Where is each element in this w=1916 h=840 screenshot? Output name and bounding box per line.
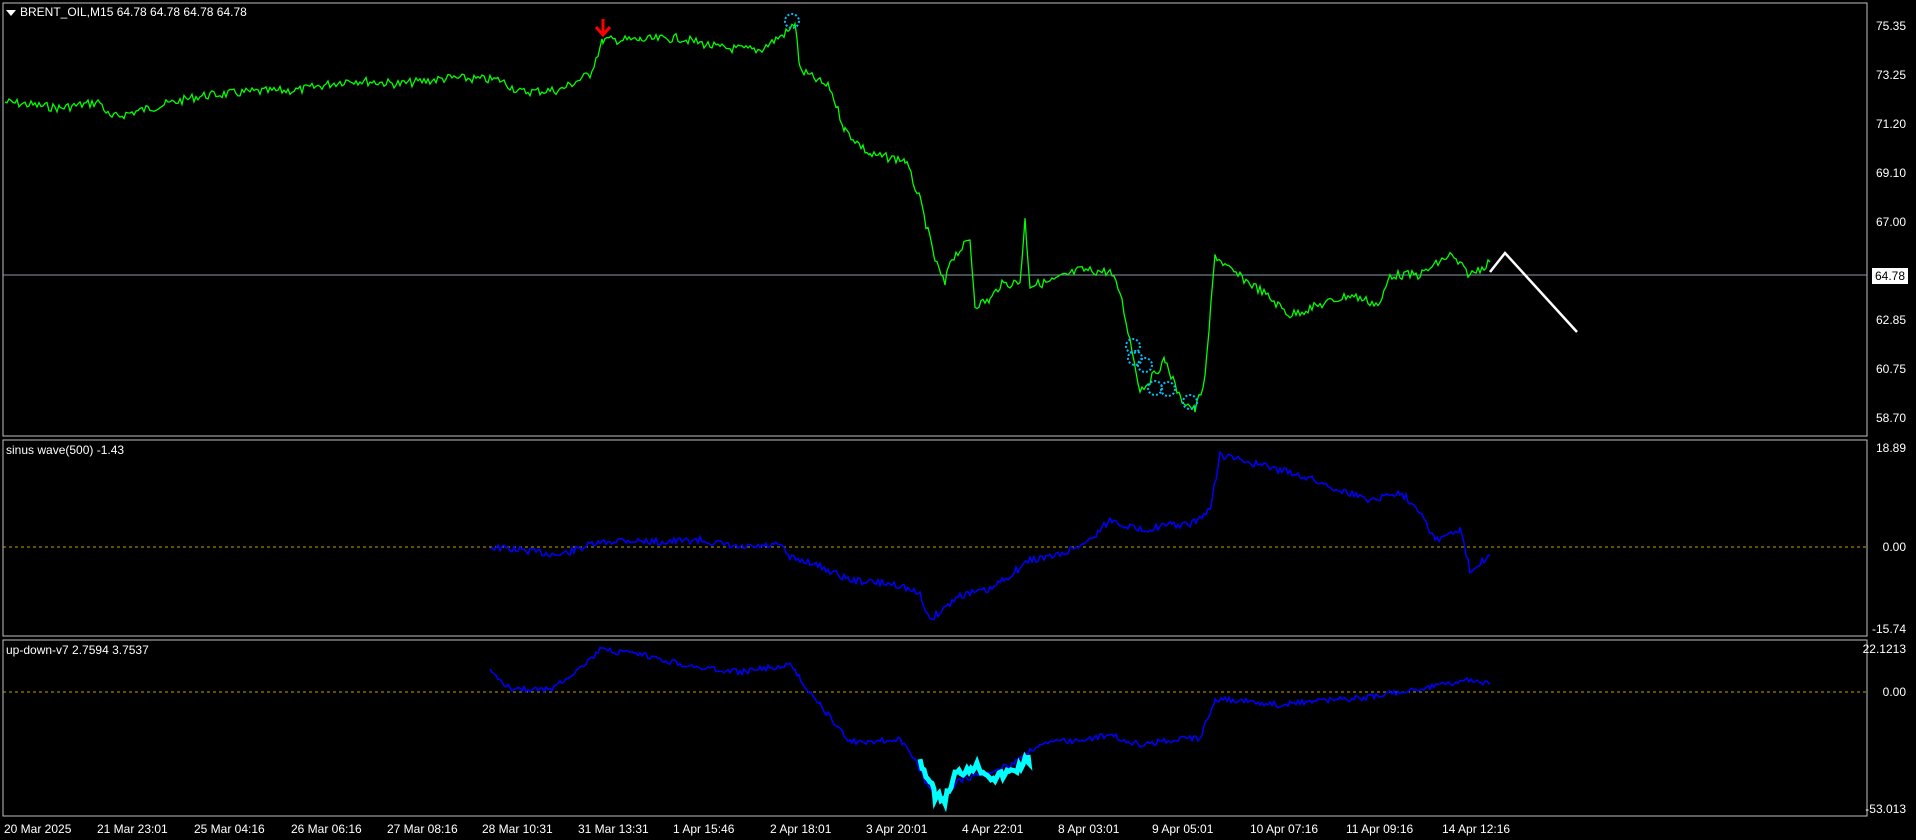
time-label: 21 Mar 23:01	[97, 822, 168, 836]
up-down-highlight	[917, 751, 1033, 813]
signal-markers	[784, 13, 1198, 410]
forecast-line	[1489, 251, 1578, 333]
indicator2-label: up-down-v7 2.7594 3.7537	[6, 643, 149, 657]
time-label: 3 Apr 20:01	[866, 822, 928, 836]
time-label: 27 Mar 08:16	[387, 822, 458, 836]
collapse-triangle-icon[interactable]	[6, 9, 16, 16]
price-level: 67.00	[1875, 215, 1906, 229]
indicator2-level: 22.1213	[1862, 642, 1906, 656]
price-level: 58.70	[1875, 411, 1906, 425]
price-level: 62.85	[1875, 313, 1906, 327]
time-label: 8 Apr 03:01	[1058, 822, 1120, 836]
main-panel-frame	[2, 2, 1868, 437]
time-label: 20 Mar 2025	[4, 822, 72, 836]
price-series-line	[4, 21, 1491, 413]
time-label: 28 Mar 10:31	[482, 822, 553, 836]
price-level: 73.25	[1875, 68, 1906, 82]
symbol-info[interactable]: BRENT_OIL,M15 64.78 64.78 64.78 64.78	[6, 5, 247, 19]
time-label: 25 Mar 04:16	[194, 822, 265, 836]
time-label: 4 Apr 22:01	[962, 822, 1024, 836]
time-label: 11 Apr 09:16	[1346, 822, 1414, 836]
time-label: 1 Apr 15:46	[673, 822, 735, 836]
sell-arrow-icon	[594, 19, 612, 38]
time-label: 2 Apr 18:01	[770, 822, 832, 836]
time-label: 9 Apr 05:01	[1152, 822, 1214, 836]
indicator1-panel-frame	[2, 439, 1868, 637]
indicator1-level: 0.00	[1882, 540, 1906, 554]
indicator1-label: sinus wave(500) -1.43	[6, 443, 125, 457]
time-label: 31 Mar 13:31	[578, 822, 649, 836]
chart-canvas[interactable]	[0, 0, 1916, 840]
indicator2-level: -53.013	[1865, 802, 1906, 816]
price-level: 71.20	[1875, 117, 1906, 131]
signal-marker-icon	[1160, 381, 1176, 397]
time-label: 26 Mar 06:16	[291, 822, 362, 836]
price-level: 75.35	[1875, 19, 1906, 33]
current-price-tag: 64.78	[1871, 268, 1908, 284]
time-label: 10 Apr 07:16	[1250, 822, 1319, 836]
signal-marker-icon	[1125, 338, 1141, 354]
indicator2-level: 0.00	[1882, 685, 1906, 699]
indicator1-level: 18.89	[1875, 441, 1906, 455]
signal-marker-icon	[1137, 357, 1153, 373]
indicator1-level: -15.74	[1871, 622, 1906, 636]
time-label: 14 Apr 12:16	[1442, 822, 1511, 836]
price-level: 69.10	[1875, 166, 1906, 180]
price-level: 60.75	[1875, 362, 1906, 376]
sinus-wave-line	[489, 450, 1491, 621]
